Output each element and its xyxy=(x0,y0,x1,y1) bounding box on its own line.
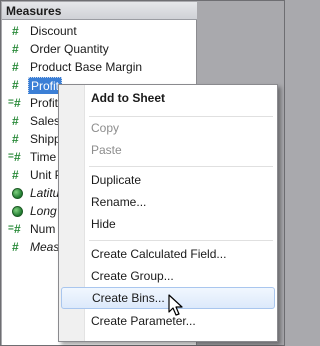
field-label: Profit xyxy=(30,96,59,110)
field-order-quantity[interactable]: # Order Quantity xyxy=(2,40,197,58)
menu-separator xyxy=(89,240,273,241)
menu-item-copy[interactable]: Copy xyxy=(61,117,275,139)
field-product-base-margin[interactable]: # Product Base Margin xyxy=(2,58,197,76)
menu-item-hide[interactable]: Hide xyxy=(61,213,275,235)
mouse-pointer-icon xyxy=(168,294,183,316)
calculated-equals-icon: = xyxy=(8,151,14,162)
menu-item-create-calculated-field[interactable]: Create Calculated Field... xyxy=(61,243,275,265)
measure-hash-icon: # xyxy=(12,42,19,56)
measure-hash-icon: # xyxy=(14,96,21,110)
measure-hash-icon: # xyxy=(14,222,21,236)
measures-header: Measures xyxy=(2,2,197,20)
calculated-equals-icon: = xyxy=(8,223,14,234)
field-label: Long xyxy=(30,204,57,218)
field-label: Num xyxy=(30,222,56,236)
menu-separator xyxy=(89,166,273,167)
measure-hash-icon: # xyxy=(12,60,19,74)
field-label: Discount xyxy=(30,24,77,38)
field-label: Product Base Margin xyxy=(30,60,143,74)
field-label: Time xyxy=(30,150,57,164)
field-discount[interactable]: # Discount xyxy=(2,22,197,40)
globe-icon xyxy=(12,206,23,217)
measure-hash-icon: # xyxy=(12,168,19,182)
measure-hash-icon: # xyxy=(12,132,19,146)
field-label: Profit xyxy=(28,77,63,94)
menu-item-add-to-sheet[interactable]: Add to Sheet xyxy=(61,87,275,109)
menu-item-duplicate[interactable]: Duplicate xyxy=(61,169,275,191)
measure-hash-icon: # xyxy=(12,114,19,128)
measure-hash-icon: # xyxy=(12,78,19,92)
field-label: Sales xyxy=(30,114,61,128)
menu-item-create-group[interactable]: Create Group... xyxy=(61,265,275,287)
menu-item-paste[interactable]: Paste xyxy=(61,139,275,161)
field-label: Meas xyxy=(30,240,60,254)
measure-hash-icon: # xyxy=(12,24,19,38)
measure-hash-icon: # xyxy=(12,240,19,254)
measure-hash-icon: # xyxy=(14,150,21,164)
calculated-equals-icon: = xyxy=(8,97,14,108)
field-label: Shipp xyxy=(30,132,61,146)
field-label: Order Quantity xyxy=(30,42,109,56)
field-label: Latitu xyxy=(30,186,60,200)
window-frame: Measures # Discount # Order Quantity # P… xyxy=(0,0,285,346)
globe-icon xyxy=(12,188,23,199)
menu-item-rename[interactable]: Rename... xyxy=(61,191,275,213)
